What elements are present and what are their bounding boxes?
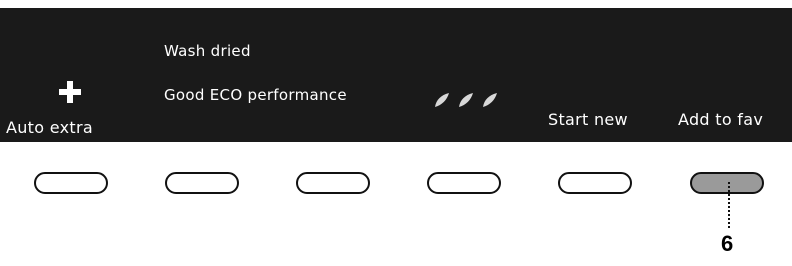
button-1-auto-extra[interactable] [34, 172, 108, 194]
button-4[interactable] [427, 172, 501, 194]
status-line-eco: Good ECO performance [164, 86, 347, 104]
auto-extra-label: Auto extra [6, 118, 93, 137]
callout-number: 6 [721, 231, 734, 256]
add-to-fav-label: Add to fav [678, 110, 764, 129]
status-line-wash: Wash dried [164, 42, 251, 60]
start-new-label: Start new [548, 110, 628, 129]
button-5-start-new[interactable] [558, 172, 632, 194]
leaf-icon [483, 93, 497, 107]
control-panel-display: Wash dried Good ECO performance Auto ext… [0, 8, 792, 142]
physical-button-row [0, 160, 792, 266]
callout-line [728, 182, 730, 228]
button-2[interactable] [165, 172, 239, 194]
button-6-add-to-fav[interactable] [690, 172, 764, 194]
leaf-icon [459, 93, 473, 107]
leaf-icon [435, 93, 449, 107]
plus-icon [59, 81, 81, 103]
button-3[interactable] [296, 172, 370, 194]
